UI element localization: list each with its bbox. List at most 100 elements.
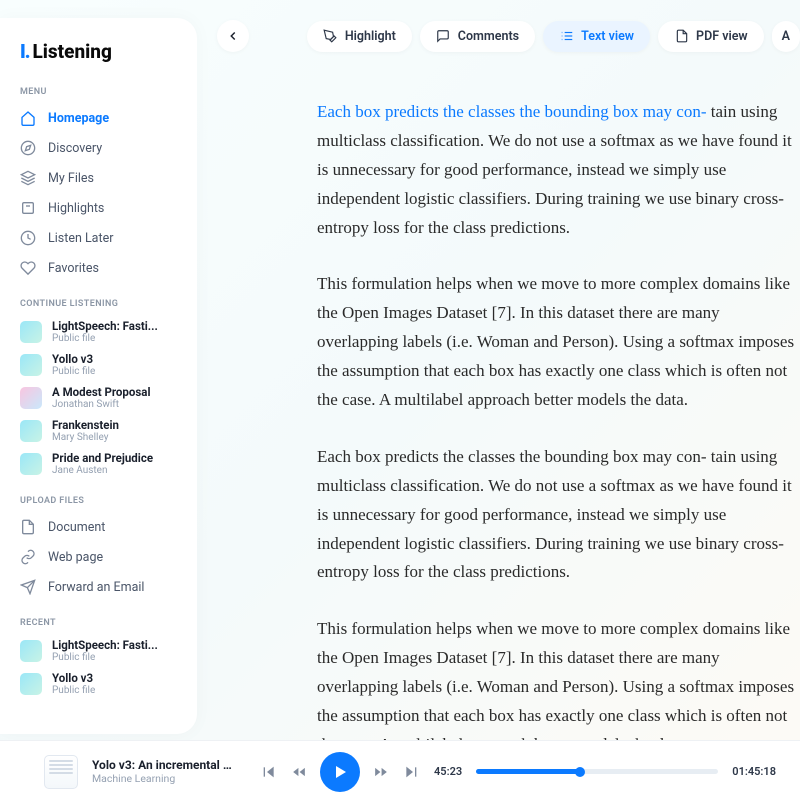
file-subtitle: Public file [52,652,158,663]
upload-label: Document [48,520,105,535]
continue-item[interactable]: Yollo v3 Public file [0,348,197,381]
file-subtitle: Public file [52,366,95,377]
continue-item[interactable]: A Modest Proposal Jonathan Swift [0,381,197,414]
file-meta: LightSpeech: Fasti... Public file [52,319,158,344]
main-area: Highlight Comments Text view PDF view A [197,0,800,802]
link-icon [20,549,36,565]
player-info: Yolo v3: An incremental im... Machine Le… [92,758,232,785]
pill-label: Text view [581,29,634,44]
player-controls [260,752,420,792]
continue-item[interactable]: Pride and Prejudice Jane Austen [0,447,197,480]
upload-webpage[interactable]: Web page [0,542,197,572]
section-label-upload: UPLOAD FILES [0,490,197,512]
highlighted-text: Each box predicts the classes the boundi… [317,102,706,121]
clock-icon [20,230,36,246]
layers-icon [20,170,36,186]
file-thumb-icon [20,354,42,376]
file-title: Pride and Prejudice [52,451,153,465]
back-button[interactable] [217,20,249,52]
section-label-menu: MENU [0,81,197,103]
file-subtitle: Mary Shelley [52,432,119,443]
section-label-continue: CONTINUE LISTENING [0,293,197,315]
highlight-button[interactable]: Highlight [307,21,412,52]
pill-label: PDF view [696,29,748,44]
file-title: LightSpeech: Fasti... [52,638,158,652]
brand-name: Listening [33,40,112,63]
article-content: Each box predicts the classes the boundi… [217,98,800,760]
progress-bar[interactable] [476,769,718,774]
nav-label: Homepage [48,111,109,126]
home-icon [20,110,36,126]
file-title: Frankenstein [52,418,119,432]
upload-email[interactable]: Forward an Email [0,572,197,602]
pdf-view-button[interactable]: PDF view [658,21,764,52]
progress-knob[interactable] [575,767,585,777]
continue-item[interactable]: LightSpeech: Fasti... Public file [0,315,197,348]
upload-document[interactable]: Document [0,512,197,542]
topbar: Highlight Comments Text view PDF view A [217,20,800,52]
brand-logo-icon: I. [20,40,30,63]
note-icon [20,200,36,216]
file-meta: A Modest Proposal Jonathan Swift [52,385,151,410]
nav-discovery[interactable]: Discovery [0,133,197,163]
paragraph-text: tain using multiclass classification. We… [317,102,792,237]
nav-homepage[interactable]: Homepage [0,103,197,133]
pill-label: Comments [458,29,519,44]
pen-icon [323,29,338,44]
file-subtitle: Public file [52,685,95,696]
rewind-button[interactable] [290,763,308,781]
recent-item[interactable]: Yollo v3 Public file [0,667,197,700]
compass-icon [20,140,36,156]
file-title: Yollo v3 [52,352,95,366]
file-icon [674,29,689,44]
file-thumb-icon [20,673,42,695]
continue-item[interactable]: Frankenstein Mary Shelley [0,414,197,447]
file-meta: Frankenstein Mary Shelley [52,418,119,443]
file-title: A Modest Proposal [52,385,151,399]
document-icon [20,519,36,535]
list-icon [559,29,574,44]
comments-button[interactable]: Comments [420,21,535,52]
file-thumb-icon [20,420,42,442]
forward-button[interactable] [372,763,390,781]
player-bar: Yolo v3: An incremental im... Machine Le… [0,740,800,802]
text-view-button[interactable]: Text view [543,21,650,52]
file-meta: Pride and Prejudice Jane Austen [52,451,153,476]
player-thumbnail-icon [44,755,78,789]
total-time: 01:45:18 [732,765,776,778]
pill-label: Highlight [345,29,396,44]
nav-label: Listen Later [48,231,113,246]
file-subtitle: Jane Austen [52,465,153,476]
section-label-recent: RECENT [0,612,197,634]
current-time: 45:23 [434,765,462,778]
file-title: Yollo v3 [52,671,95,685]
sidebar: I. Listening MENU Homepage Discovery My … [0,18,197,734]
skip-forward-button[interactable] [402,763,420,781]
paragraph: Each box predicts the classes the boundi… [317,443,800,587]
nav-highlights[interactable]: Highlights [0,193,197,223]
nav-label: Favorites [48,261,99,276]
nav-my-files[interactable]: My Files [0,163,197,193]
paragraph: Each box predicts the classes the boundi… [317,98,800,242]
file-thumb-icon [20,453,42,475]
skip-back-button[interactable] [260,763,278,781]
chevron-left-icon [226,29,240,43]
more-button[interactable]: A [772,21,800,52]
toolbar: Highlight Comments Text view PDF view A [307,21,800,52]
paragraph: This formulation helps when we move to m… [317,615,800,759]
nav-label: Highlights [48,201,104,216]
nav-listen-later[interactable]: Listen Later [0,223,197,253]
file-thumb-icon [20,321,42,343]
comment-icon [436,29,451,44]
progress-fill [476,769,580,774]
send-icon [20,579,36,595]
recent-item[interactable]: LightSpeech: Fasti... Public file [0,634,197,667]
file-title: LightSpeech: Fasti... [52,319,158,333]
play-button[interactable] [320,752,360,792]
upload-label: Web page [48,550,103,565]
nav-label: Discovery [48,141,102,156]
file-meta: Yollo v3 Public file [52,671,95,696]
nav-favorites[interactable]: Favorites [0,253,197,283]
paragraph: This formulation helps when we move to m… [317,270,800,414]
heart-icon [20,260,36,276]
